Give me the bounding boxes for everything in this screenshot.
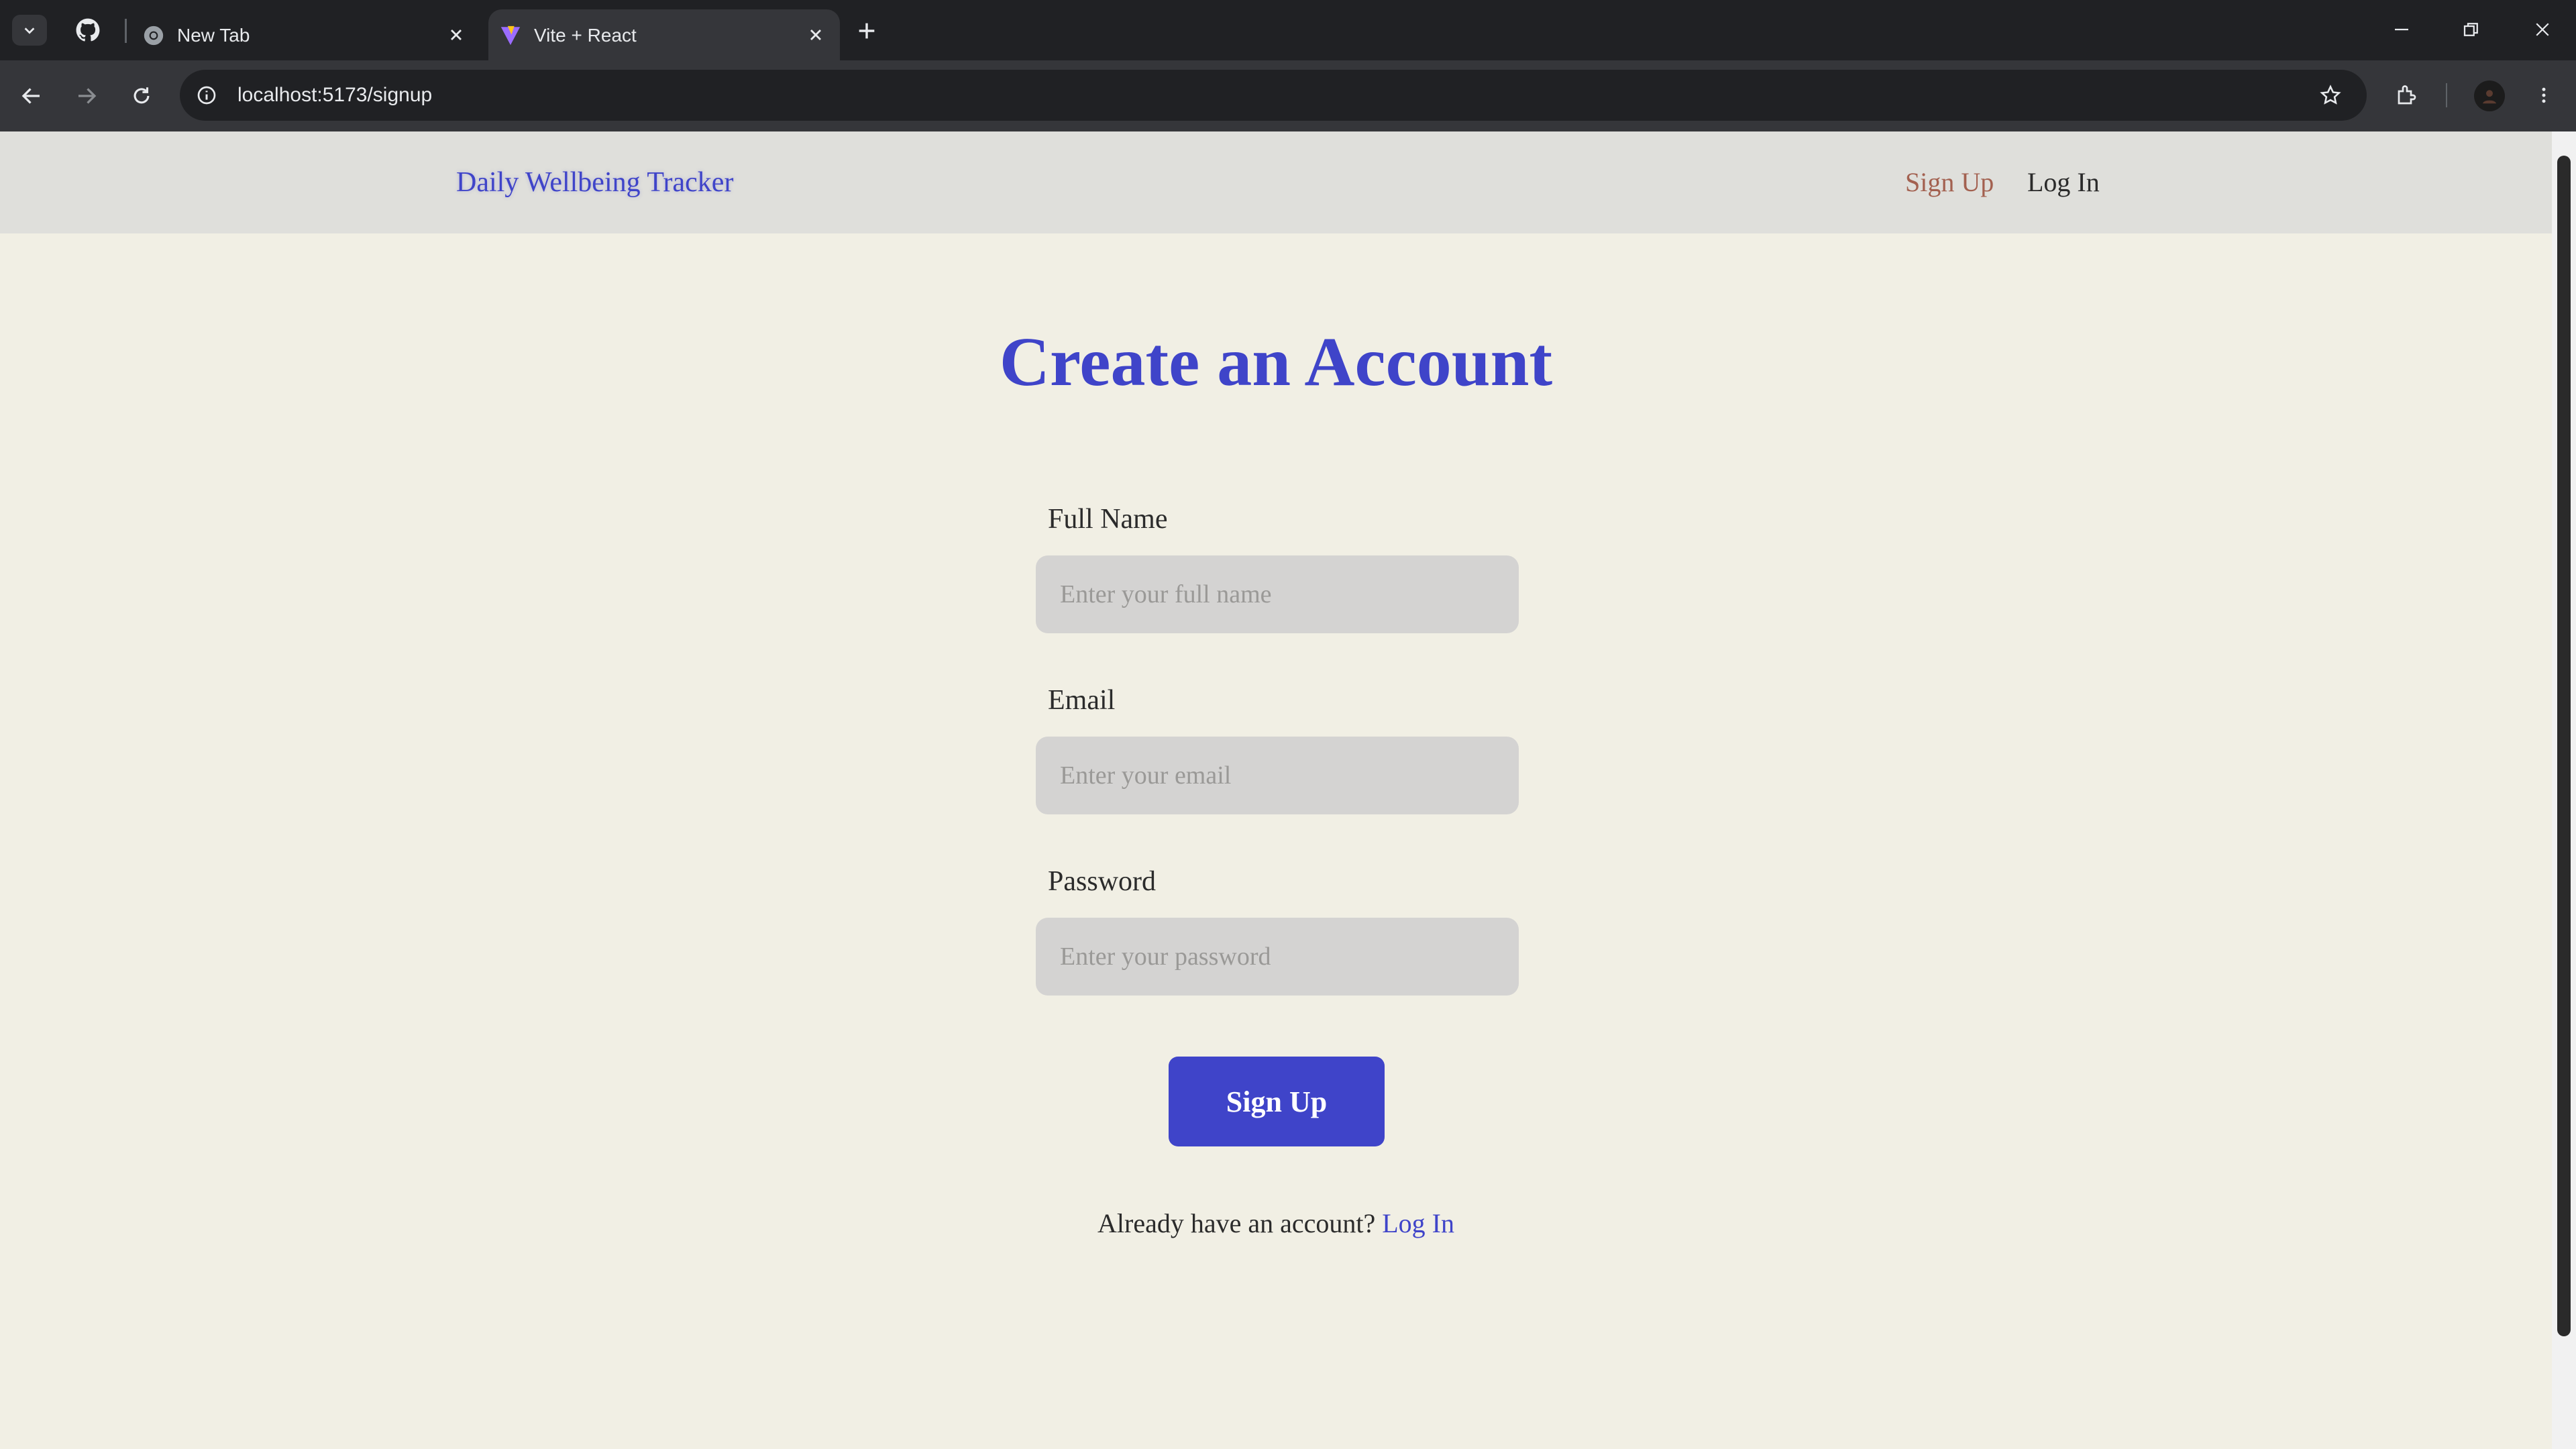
signup-submit-button[interactable]: Sign Up [1169, 1057, 1385, 1146]
full-name-label: Full Name [1048, 504, 1168, 535]
login-prompt-text: Already have an account? [1097, 1208, 1376, 1238]
close-window-icon[interactable] [2529, 16, 2556, 43]
github-icon[interactable] [74, 16, 102, 44]
email-label: Email [1048, 685, 1116, 716]
nav-login-link[interactable]: Log In [2027, 131, 2100, 233]
close-tab-icon[interactable] [806, 25, 825, 44]
nav-signup-link[interactable]: Sign Up [1905, 131, 1994, 233]
tab-title: Vite + React [534, 25, 637, 46]
chrome-icon [142, 24, 165, 47]
new-tab-icon[interactable] [853, 17, 880, 44]
url-text: localhost:5173/signup [237, 84, 433, 106]
close-tab-icon[interactable] [447, 25, 466, 44]
menu-dots-icon[interactable] [2529, 80, 2559, 110]
reload-icon[interactable] [126, 80, 157, 111]
tab-vite-react[interactable]: Vite + React [488, 9, 840, 60]
tab-search-icon[interactable] [12, 15, 47, 46]
site-info-icon[interactable] [195, 83, 219, 107]
app-navbar: Daily Wellbeing Tracker Sign Up Log In [0, 131, 2552, 233]
vite-icon [499, 24, 522, 47]
toolbar-separator [2446, 83, 2447, 107]
login-prompt: Already have an account? Log In [0, 1208, 2552, 1239]
tab-separator [125, 19, 127, 43]
tab-title: New Tab [177, 25, 250, 46]
full-name-input[interactable] [1036, 555, 1519, 633]
profile-avatar[interactable] [2474, 80, 2505, 111]
page-title: Create an Account [999, 323, 1553, 400]
password-label: Password [1048, 866, 1157, 897]
page-scrollbar-thumb[interactable] [2557, 156, 2571, 1336]
restore-icon[interactable] [2458, 16, 2485, 43]
bookmark-star-icon[interactable] [2317, 82, 2344, 109]
extensions-icon[interactable] [2392, 80, 2422, 110]
email-input[interactable] [1036, 737, 1519, 814]
browser-tab-strip: New Tab Vite + React [0, 0, 2576, 60]
forward-icon[interactable] [71, 80, 102, 111]
minimize-icon[interactable] [2388, 16, 2415, 43]
tab-new-tab[interactable]: New Tab [131, 9, 480, 60]
brand-link[interactable]: Daily Wellbeing Tracker [456, 131, 733, 233]
password-input[interactable] [1036, 918, 1519, 996]
login-link[interactable]: Log In [1382, 1208, 1454, 1238]
address-bar[interactable]: localhost:5173/signup [180, 70, 2367, 121]
back-icon[interactable] [16, 80, 47, 111]
